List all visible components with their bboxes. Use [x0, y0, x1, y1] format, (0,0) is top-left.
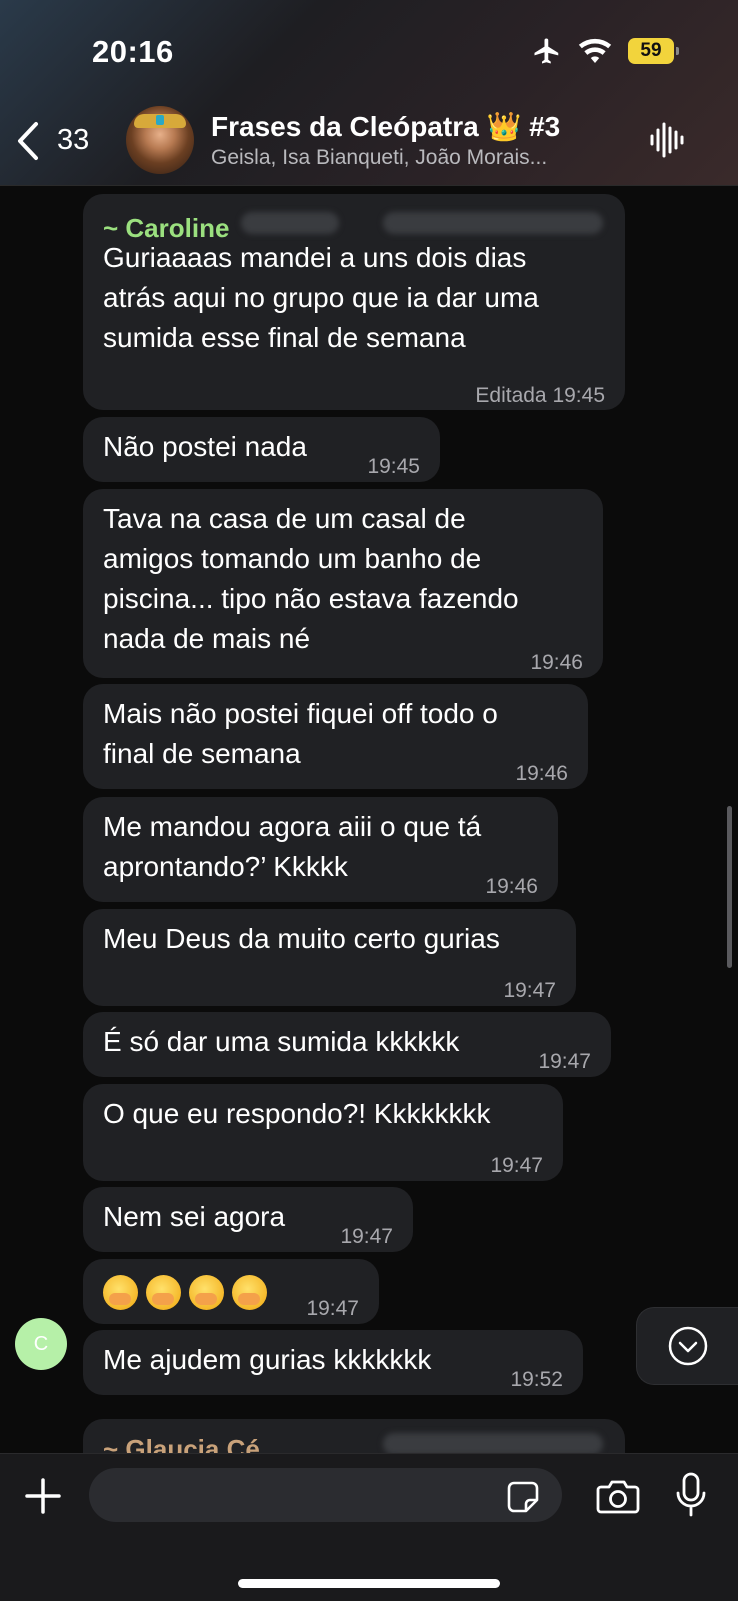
message-time: 19:47 — [538, 1050, 591, 1073]
message-text: Me mandou agora aiii o que tá aprontando… — [103, 811, 482, 882]
message-text: Meu Deus da muito certo gurias — [103, 923, 500, 954]
chat-members[interactable]: Geisla, Isa Bianqueti, João Morais... — [211, 146, 547, 170]
message-time: 19:47 — [340, 1225, 393, 1248]
battery-indicator: 59 — [628, 38, 679, 64]
message-time: 19:47 — [503, 979, 556, 1002]
message-text: É só dar uma sumida kkkkkk — [103, 1026, 460, 1057]
sender-avatar[interactable]: C — [15, 1318, 67, 1370]
message-bubble[interactable]: É só dar uma sumida kkkkkk 19:47 — [83, 1012, 611, 1077]
hand-over-mouth-emoji-icon — [232, 1275, 267, 1311]
message-time: 19:46 — [515, 762, 568, 785]
hand-over-mouth-emoji-icon — [146, 1275, 181, 1311]
message-time: 19:46 — [530, 651, 583, 674]
hand-over-mouth-emoji-icon — [189, 1275, 224, 1311]
redacted-phone — [383, 1433, 603, 1455]
message-bubble[interactable]: 19:47 — [83, 1259, 379, 1324]
scrollbar[interactable] — [727, 806, 732, 968]
face-screaming-emoji-icon — [103, 1275, 138, 1311]
message-bubble[interactable]: Meu Deus da muito certo gurias 19:47 — [83, 909, 576, 1006]
status-icons: 59 — [532, 36, 679, 66]
message-text: O que eu respondo?! Kkkkkkkk — [103, 1098, 491, 1129]
airplane-icon — [534, 38, 559, 64]
camera-icon[interactable] — [596, 1478, 640, 1514]
message-input[interactable] — [89, 1468, 562, 1522]
message-bubble[interactable]: ~ Caroline Guriaaaas mandei a uns dois d… — [83, 194, 625, 410]
message-bubble[interactable]: Tava na casa de um casal de amigos toman… — [83, 489, 603, 678]
message-text: Mais não postei fiquei off todo o final … — [103, 698, 498, 769]
message-bubble[interactable]: Mais não postei fiquei off todo o final … — [83, 684, 588, 789]
message-bubble[interactable]: O que eu respondo?! Kkkkkkkk 19:47 — [83, 1084, 563, 1181]
scroll-to-bottom-button[interactable] — [636, 1307, 738, 1385]
message-bubble[interactable]: Me ajudem gurias kkkkkkk 19:52 — [83, 1330, 583, 1395]
wifi-icon — [578, 38, 612, 64]
message-time: 19:45 — [367, 455, 420, 478]
message-text: Tava na casa de um casal de amigos toman… — [103, 503, 519, 654]
message-text: Me ajudem gurias kkkkkkk — [103, 1344, 432, 1375]
back-chevron-icon[interactable] — [14, 120, 44, 162]
group-avatar[interactable] — [126, 106, 194, 174]
microphone-icon[interactable] — [676, 1472, 706, 1518]
emoji-row — [103, 1271, 275, 1311]
message-time: 19:47 — [490, 1154, 543, 1177]
redacted-surname — [241, 212, 339, 234]
chat-title[interactable]: Frases da Cleópatra 👑 #3 — [211, 110, 560, 143]
message-bubble[interactable]: Nem sei agora 19:47 — [83, 1187, 413, 1252]
message-time: 19:47 — [306, 1297, 359, 1320]
status-time: 20:16 — [92, 34, 174, 69]
message-time: 19:52 — [510, 1368, 563, 1391]
message-bubble[interactable]: Não postei nada 19:45 — [83, 417, 440, 482]
message-text: Nem sei agora — [103, 1201, 286, 1232]
redacted-phone — [383, 212, 603, 234]
message-text: Não postei nada — [103, 431, 307, 462]
voice-call-waveform-icon[interactable] — [648, 120, 686, 160]
message-time: Editada 19:45 — [475, 384, 605, 407]
unread-count[interactable]: 33 — [57, 124, 89, 157]
chevron-down-circle-icon — [668, 1326, 708, 1366]
home-indicator[interactable] — [238, 1579, 500, 1588]
message-text: Guriaaaas mandei a uns dois dias atrás a… — [103, 242, 539, 353]
chat-header: 20:16 59 33 Frases da Cleópatra 👑 #3 Gei… — [0, 0, 738, 186]
message-time: 19:46 — [485, 875, 538, 898]
sticker-icon[interactable] — [506, 1480, 540, 1514]
plus-icon[interactable] — [24, 1477, 62, 1515]
message-bubble[interactable]: Me mandou agora aiii o que tá aprontando… — [83, 797, 558, 902]
